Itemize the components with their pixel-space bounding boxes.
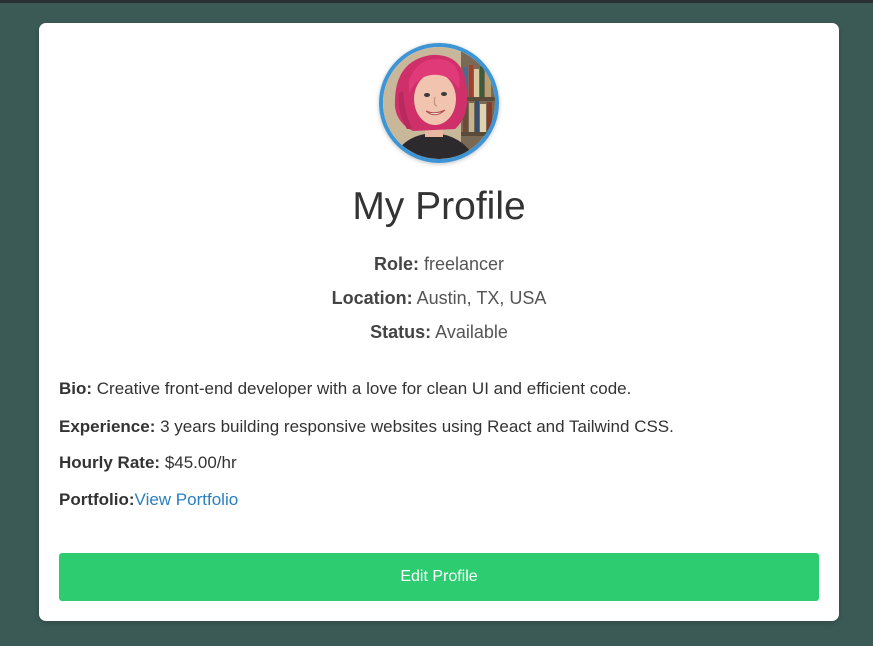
role-label: Role: xyxy=(373,254,419,274)
profile-card: My Profile Role: freelancer Location: Au… xyxy=(39,23,839,621)
edit-profile-button[interactable]: Edit Profile xyxy=(59,553,819,601)
page-title: My Profile xyxy=(352,185,526,228)
hourly-rate-label: Hourly Rate: xyxy=(59,453,161,472)
hourly-rate-value: $45.00/hr xyxy=(164,453,237,472)
status-label: Status: xyxy=(370,322,432,342)
status-value: Available xyxy=(435,322,508,342)
avatar-photo xyxy=(383,47,495,159)
experience-label: Experience: xyxy=(59,417,156,436)
hourly-rate-line: Hourly Rate: $45.00/hr xyxy=(59,452,819,474)
experience-line: Experience: 3 years building responsive … xyxy=(59,416,819,438)
bio-label: Bio: xyxy=(59,379,93,398)
bio-value: Creative front-end developer with a love… xyxy=(96,379,632,398)
top-strip xyxy=(0,0,873,3)
portfolio-label: Portfolio: xyxy=(59,490,135,509)
role-value: freelancer xyxy=(423,254,505,274)
role-line: Role: freelancer xyxy=(39,253,839,275)
location-line: Location: Austin, TX, USA xyxy=(39,287,839,309)
avatar xyxy=(379,43,499,163)
bio-line: Bio: Creative front-end developer with a… xyxy=(59,378,819,400)
status-line: Status: Available xyxy=(39,321,839,343)
experience-value: 3 years building responsive websites usi… xyxy=(160,417,674,436)
portfolio-link[interactable]: View Portfolio xyxy=(135,490,239,509)
location-label: Location: xyxy=(331,288,413,308)
location-value: Austin, TX, USA xyxy=(416,288,547,308)
portfolio-line: Portfolio:View Portfolio xyxy=(59,489,819,511)
